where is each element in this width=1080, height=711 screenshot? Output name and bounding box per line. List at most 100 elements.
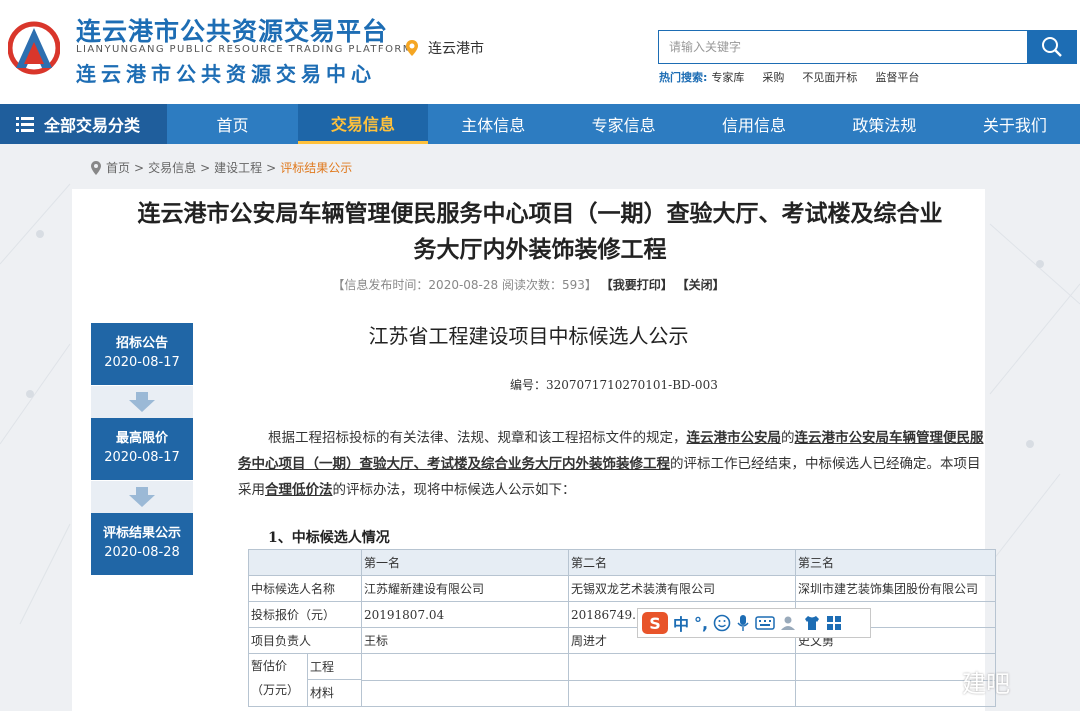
nav-credit-info[interactable]: 信用信息 [689, 104, 819, 144]
menu-list-icon [16, 117, 34, 132]
table-header-cell [248, 549, 362, 576]
table-header-row: 第一名 第二名 第三名 [248, 549, 996, 576]
timeline-step-title: 最高限价 [115, 431, 168, 446]
document-paragraph: 根据工程招标投标的有关法律、法规、规章和该工程招标文件的规定，连云港市公安局的连… [238, 425, 988, 503]
document-number: 编号：3207071710270101-BD-003 [510, 378, 718, 392]
ime-toolbar[interactable]: S 中 °, [637, 608, 871, 638]
hot-link-procurement[interactable]: 采购 [762, 69, 784, 85]
table-row: 中标候选人名称 江苏耀新建设有限公司 无锡双龙艺术装潢有限公司 深圳市建艺装饰集… [248, 575, 996, 602]
table-cell [361, 653, 569, 681]
location-pin-icon [406, 40, 418, 56]
table-row: 项目负责人 王标 周进才 史文勇 [248, 627, 996, 654]
nav-policy[interactable]: 政策法规 [819, 104, 949, 144]
keyboard-icon[interactable] [755, 616, 775, 630]
table-row: 投标报价（元） 20191807.04 20186749.16 [248, 601, 996, 628]
table-cell: 中标候选人名称 [248, 575, 362, 602]
search-button[interactable] [1027, 30, 1077, 64]
user-settings-icon[interactable] [780, 614, 798, 632]
timeline-step-date: 2020-08-17 [104, 450, 180, 465]
search-icon [1042, 37, 1062, 57]
location-label: 连云港市 [428, 41, 484, 57]
logo-title[interactable]: 连云港市公共资源交易平台 [76, 12, 388, 48]
arrow-down-icon [129, 487, 155, 507]
hot-link-supervision[interactable]: 监督平台 [875, 69, 919, 85]
nav-about[interactable]: 关于我们 [950, 104, 1080, 144]
article-title-line2: 务大厅内外装饰装修工程 [413, 237, 667, 263]
logo-subtitle-en: LIANYUNGANG PUBLIC RESOURCE TRADING PLAT… [76, 44, 413, 55]
para-text: 的评标办法，现将中标候选人公示如下： [332, 482, 576, 498]
table-cell-estimate: 暂估价（万元） 工程 材料 [248, 653, 362, 707]
nav-home[interactable]: 首页 [167, 104, 297, 144]
print-link[interactable]: 【我要打印】 [601, 278, 673, 292]
arrow-down-icon [129, 392, 155, 412]
toolbox-grid-icon[interactable] [826, 615, 842, 631]
table-header-cell: 第二名 [568, 549, 796, 576]
skin-shirt-icon[interactable] [803, 614, 821, 632]
table-cell [361, 679, 569, 707]
nav-trading-info[interactable]: 交易信息 [297, 104, 429, 144]
logo-subtitle-cn: 连云港市公共资源交易中心 [76, 62, 376, 86]
breadcrumb-separator: > [266, 160, 277, 175]
table-cell: 王标 [361, 627, 569, 654]
hot-search-label: 热门搜索: [659, 71, 708, 84]
ime-language-toggle[interactable]: 中 [673, 611, 689, 635]
table-cell [568, 653, 796, 681]
article-meta: 【信息发布时间：2020-08-28 阅读次数：593】 【我要打印】 【关闭】 [72, 276, 985, 293]
article-title: 连云港市公安局车辆管理便民服务中心项目（一期）查验大厅、考试楼及综合业 务大厅内… [80, 196, 1000, 268]
timeline-arrow [91, 481, 193, 513]
all-categories-button[interactable]: 全部交易分类 [0, 104, 168, 144]
table-cell: 项目负责人 [248, 627, 362, 654]
article-title-line1: 连云港市公安局车辆管理便民服务中心项目（一期）查验大厅、考试楼及综合业 [137, 201, 943, 227]
microphone-icon[interactable] [736, 614, 750, 632]
ime-punctuation-toggle[interactable]: °, [694, 614, 708, 633]
table-header-cell: 第一名 [361, 549, 569, 576]
document-title: 江苏省工程建设项目中标候选人公示 [368, 324, 689, 348]
section-heading: 1、中标候选人情况 [268, 530, 390, 546]
ime-logo-icon[interactable]: S [642, 612, 668, 634]
watermark: 建吧 [962, 670, 1010, 698]
candidates-table: 第一名 第二名 第三名 中标候选人名称 江苏耀新建设有限公司 无锡双龙艺术装潢有… [248, 549, 996, 707]
breadcrumb-construction[interactable]: 建设工程 [214, 159, 262, 176]
main-nav: 全部交易分类 首页 交易信息 主体信息 专家信息 信用信息 政策法规 关于我们 [0, 104, 1080, 144]
publish-info: 【信息发布时间：2020-08-28 阅读次数：593】 [332, 278, 597, 292]
evaluation-method: 合理低价法 [265, 482, 333, 498]
timeline-step-evaluation-result[interactable]: 评标结果公示 2020-08-28 [91, 513, 193, 575]
hot-link-experts[interactable]: 专家库 [711, 69, 744, 85]
table-cell [568, 679, 796, 707]
hot-search: 热门搜索: 专家库 采购 不见面开标 监督平台 [659, 69, 919, 85]
estimate-sub-materials: 材料 [310, 686, 335, 700]
nav-entity-info[interactable]: 主体信息 [428, 104, 558, 144]
table-cell: 无锡双龙艺术装潢有限公司 [568, 575, 796, 602]
estimate-label: 暂估价（万元） [251, 659, 300, 697]
timeline-step-title: 评标结果公示 [102, 526, 181, 541]
para-text: 的 [781, 430, 795, 446]
breadcrumb-separator: > [134, 160, 145, 175]
tenderer-name: 连云港市公安局 [686, 430, 782, 446]
timeline-step-date: 2020-08-17 [104, 355, 180, 370]
logo-emblem-icon[interactable] [8, 20, 60, 76]
site-header: 连云港市公共资源交易平台 LIANYUNGANG PUBLIC RESOURCE… [0, 0, 1080, 104]
breadcrumb-trading[interactable]: 交易信息 [148, 159, 196, 176]
table-cell: 江苏耀新建设有限公司 [361, 575, 569, 602]
breadcrumb: 首页 > 交易信息 > 建设工程 > 评标结果公示 [90, 159, 352, 176]
estimate-sub-engineering: 工程 [308, 655, 361, 680]
breadcrumb-current[interactable]: 评标结果公示 [280, 159, 352, 176]
table-cell: 20191807.04 [361, 601, 569, 628]
emoji-icon[interactable] [713, 614, 731, 632]
timeline-step-date: 2020-08-28 [104, 545, 180, 560]
para-text: 根据工程招标投标的有关法律、法规、规章和该工程招标文件的规定， [268, 430, 687, 446]
nav-expert-info[interactable]: 专家信息 [558, 104, 688, 144]
location-selector[interactable]: 连云港市 [404, 38, 484, 58]
location-pin-icon [91, 160, 101, 175]
table-row: 暂估价（万元） 工程 材料 [248, 653, 996, 707]
breadcrumb-separator: > [200, 160, 211, 175]
table-cell: 投标报价（元） [248, 601, 362, 628]
table-header-cell: 第三名 [795, 549, 996, 576]
timeline-arrow [91, 386, 193, 418]
close-link[interactable]: 【关闭】 [677, 278, 725, 292]
hot-link-remote-bid[interactable]: 不见面开标 [802, 69, 857, 85]
search-input[interactable]: 请输入关键字 [658, 30, 1028, 64]
breadcrumb-home[interactable]: 首页 [106, 159, 130, 176]
timeline-step-max-price[interactable]: 最高限价 2020-08-17 [91, 418, 193, 480]
all-categories-label: 全部交易分类 [44, 116, 141, 135]
